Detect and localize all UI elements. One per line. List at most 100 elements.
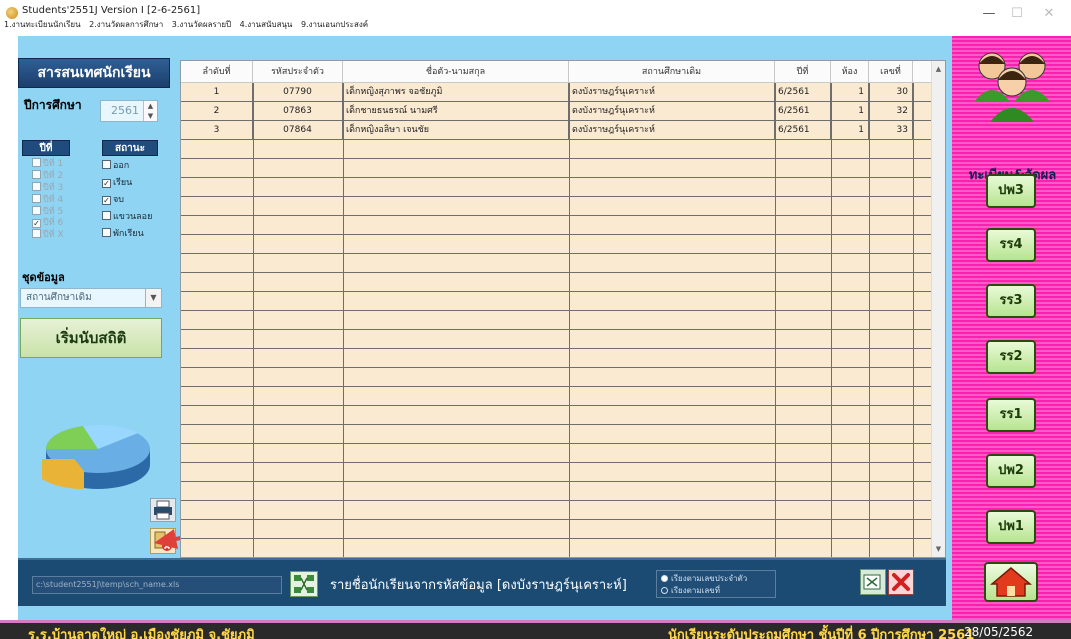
dataset-label: ชุดข้อมูล — [22, 271, 65, 284]
menu-yearly-assessment[interactable]: 3.งานวัดผลรายปี — [172, 20, 231, 29]
empty-table-row[interactable] — [181, 235, 933, 254]
empty-table-row[interactable] — [181, 482, 933, 501]
form-pp2-button[interactable]: ปพ2 — [986, 454, 1036, 488]
menu-support[interactable]: 4.งานสนับสนุน — [240, 20, 293, 29]
form-rr3-button[interactable]: รร3 — [986, 284, 1036, 318]
header-seq[interactable]: ลำดับที่ — [181, 61, 253, 83]
status-option[interactable]: แขวนลอย — [102, 209, 172, 226]
year-option[interactable]: ปีที่ 2 — [32, 170, 96, 182]
year-option[interactable]: ปีที่ 3 — [32, 182, 96, 194]
empty-table-row[interactable] — [181, 254, 933, 273]
menu-assessment[interactable]: 2.งานวัดผลการศึกษา — [89, 20, 163, 29]
empty-table-row[interactable] — [181, 387, 933, 406]
minimize-button[interactable]: — — [975, 4, 1003, 24]
checkbox-icon[interactable] — [32, 194, 41, 203]
scroll-down-icon[interactable]: ▼ — [932, 543, 945, 555]
empty-table-row[interactable] — [181, 159, 933, 178]
empty-table-row[interactable] — [181, 463, 933, 482]
header-previous-school[interactable]: สถานศึกษาเดิม — [569, 61, 775, 83]
form-pp3-button[interactable]: ปพ3 — [986, 174, 1036, 208]
close-window-button[interactable]: ✕ — [1035, 4, 1063, 24]
radio-selected-icon[interactable] — [661, 575, 668, 582]
checkbox-icon[interactable] — [102, 211, 111, 220]
status-option[interactable]: พักเรียน — [102, 226, 172, 243]
menu-bar: 1.งานทะเบียนนักเรียน 2.งานวัดผลการศึกษา … — [4, 18, 374, 31]
status-column-header: สถานะ — [102, 140, 158, 156]
table-scrollbar[interactable]: ▲ ▼ — [931, 61, 945, 557]
header-name[interactable]: ชื่อตัว-นามสกุล — [343, 61, 569, 83]
checkbox-icon[interactable] — [32, 170, 41, 179]
dataset-selected-value: สถานศึกษาเดิม — [26, 292, 92, 303]
checkbox-checked-icon[interactable]: ✓ — [32, 219, 41, 228]
status-option[interactable]: ✓ เรียน — [102, 175, 172, 192]
empty-table-row[interactable] — [181, 292, 933, 311]
status-option[interactable]: ✓ จบ — [102, 192, 172, 209]
info-header-button[interactable]: สารสนเทศนักเรียน — [18, 58, 170, 88]
checkbox-icon[interactable] — [32, 206, 41, 215]
link-button[interactable] — [290, 571, 318, 597]
maximize-button[interactable]: ☐ — [1003, 4, 1031, 24]
empty-table-row[interactable] — [181, 216, 933, 235]
export-button[interactable] — [860, 569, 886, 595]
export-excel-icon — [863, 574, 881, 590]
spinner-arrows-icon[interactable]: ▲ ▼ — [143, 101, 157, 121]
empty-table-row[interactable] — [181, 368, 933, 387]
empty-table-row[interactable] — [181, 444, 933, 463]
empty-table-row[interactable] — [181, 425, 933, 444]
year-option[interactable]: ปีที่ X — [32, 229, 96, 241]
checkbox-icon[interactable] — [32, 182, 41, 191]
close-button[interactable] — [888, 569, 914, 595]
scroll-up-icon[interactable]: ▲ — [932, 63, 945, 75]
sort-by-number-option[interactable]: เรียงตามเลขที่ — [661, 585, 771, 597]
header-grade[interactable]: ปีที่ — [775, 61, 831, 83]
radio-icon[interactable] — [661, 587, 668, 594]
column-divider — [831, 83, 832, 557]
empty-table-row[interactable] — [181, 330, 933, 349]
status-footer: ร.ร.บ้านลาดใหญ่ อ.เมืองชัยภูมิ จ.ชัยภูมิ… — [0, 620, 1071, 639]
bottom-bar: c:\student2551J\temp\sch_name.xls รายชื่… — [18, 558, 946, 606]
chevron-down-icon[interactable]: ▼ — [145, 289, 161, 307]
sort-options: เรียงตามเลขประจำตัว เรียงตามเลขที่ — [656, 570, 776, 598]
empty-table-row[interactable] — [181, 140, 933, 159]
status-option[interactable]: ออก — [102, 158, 172, 175]
empty-table-row[interactable] — [181, 406, 933, 425]
form-rr2-button[interactable]: รร2 — [986, 340, 1036, 374]
home-button[interactable] — [984, 562, 1038, 602]
year-option[interactable]: ✓ ปีที่ 6 — [32, 218, 96, 229]
empty-table-row[interactable] — [181, 273, 933, 292]
empty-table-row[interactable] — [181, 520, 933, 539]
year-option[interactable]: ปีที่ 1 — [32, 158, 96, 170]
empty-table-row[interactable] — [181, 311, 933, 330]
empty-table-row[interactable] — [181, 539, 933, 557]
empty-table-row[interactable] — [181, 197, 933, 216]
menu-misc[interactable]: 9.งานเอนกประสงค์ — [301, 20, 368, 29]
year-option[interactable]: ปีที่ 5 — [32, 206, 96, 218]
empty-table-row[interactable] — [181, 501, 933, 520]
checkbox-checked-icon[interactable]: ✓ — [102, 196, 111, 205]
checkbox-icon[interactable] — [32, 229, 41, 238]
form-rr4-button[interactable]: รร4 — [986, 228, 1036, 262]
file-path-field[interactable]: c:\student2551J\temp\sch_name.xls — [32, 576, 282, 594]
checkbox-icon[interactable] — [32, 158, 41, 167]
title-bar: Students'2551J Version I [2-6-2561] 1.งา… — [0, 0, 1071, 30]
checkbox-checked-icon[interactable]: ✓ — [102, 179, 111, 188]
empty-table-row[interactable] — [181, 349, 933, 368]
menu-registration[interactable]: 1.งานทะเบียนนักเรียน — [4, 20, 81, 29]
table-row[interactable]: 3 07864 เด็กหญิงอลิษา เจนชัย ดงบังราษฎร์… — [181, 121, 933, 140]
checkbox-icon[interactable] — [102, 160, 111, 169]
form-pp1-button[interactable]: ปพ1 — [986, 510, 1036, 544]
empty-table-row[interactable] — [181, 178, 933, 197]
dataset-select[interactable]: สถานศึกษาเดิม ▼ — [20, 288, 162, 308]
close-icon — [892, 573, 910, 591]
sort-by-id-option[interactable]: เรียงตามเลขประจำตัว — [661, 573, 771, 585]
header-student-id[interactable]: รหัสประจำตัว — [253, 61, 343, 83]
start-statistics-button[interactable]: เริ่มนับสถิติ — [20, 318, 162, 358]
header-room[interactable]: ห้อง — [831, 61, 869, 83]
header-number[interactable]: เลขที่ — [869, 61, 913, 83]
academic-year-spinner[interactable]: 2561 ▲ ▼ — [100, 100, 158, 122]
table-row[interactable]: 2 07863 เด็กชายธนธรณ์ นามศรี ดงบังราษฎร์… — [181, 102, 933, 121]
year-option[interactable]: ปีที่ 4 — [32, 194, 96, 206]
form-rr1-button[interactable]: รร1 — [986, 398, 1036, 432]
table-row[interactable]: 1 07790 เด็กหญิงสุภาพร จอชัยภูมิ ดงบังรา… — [181, 83, 933, 102]
checkbox-icon[interactable] — [102, 228, 111, 237]
